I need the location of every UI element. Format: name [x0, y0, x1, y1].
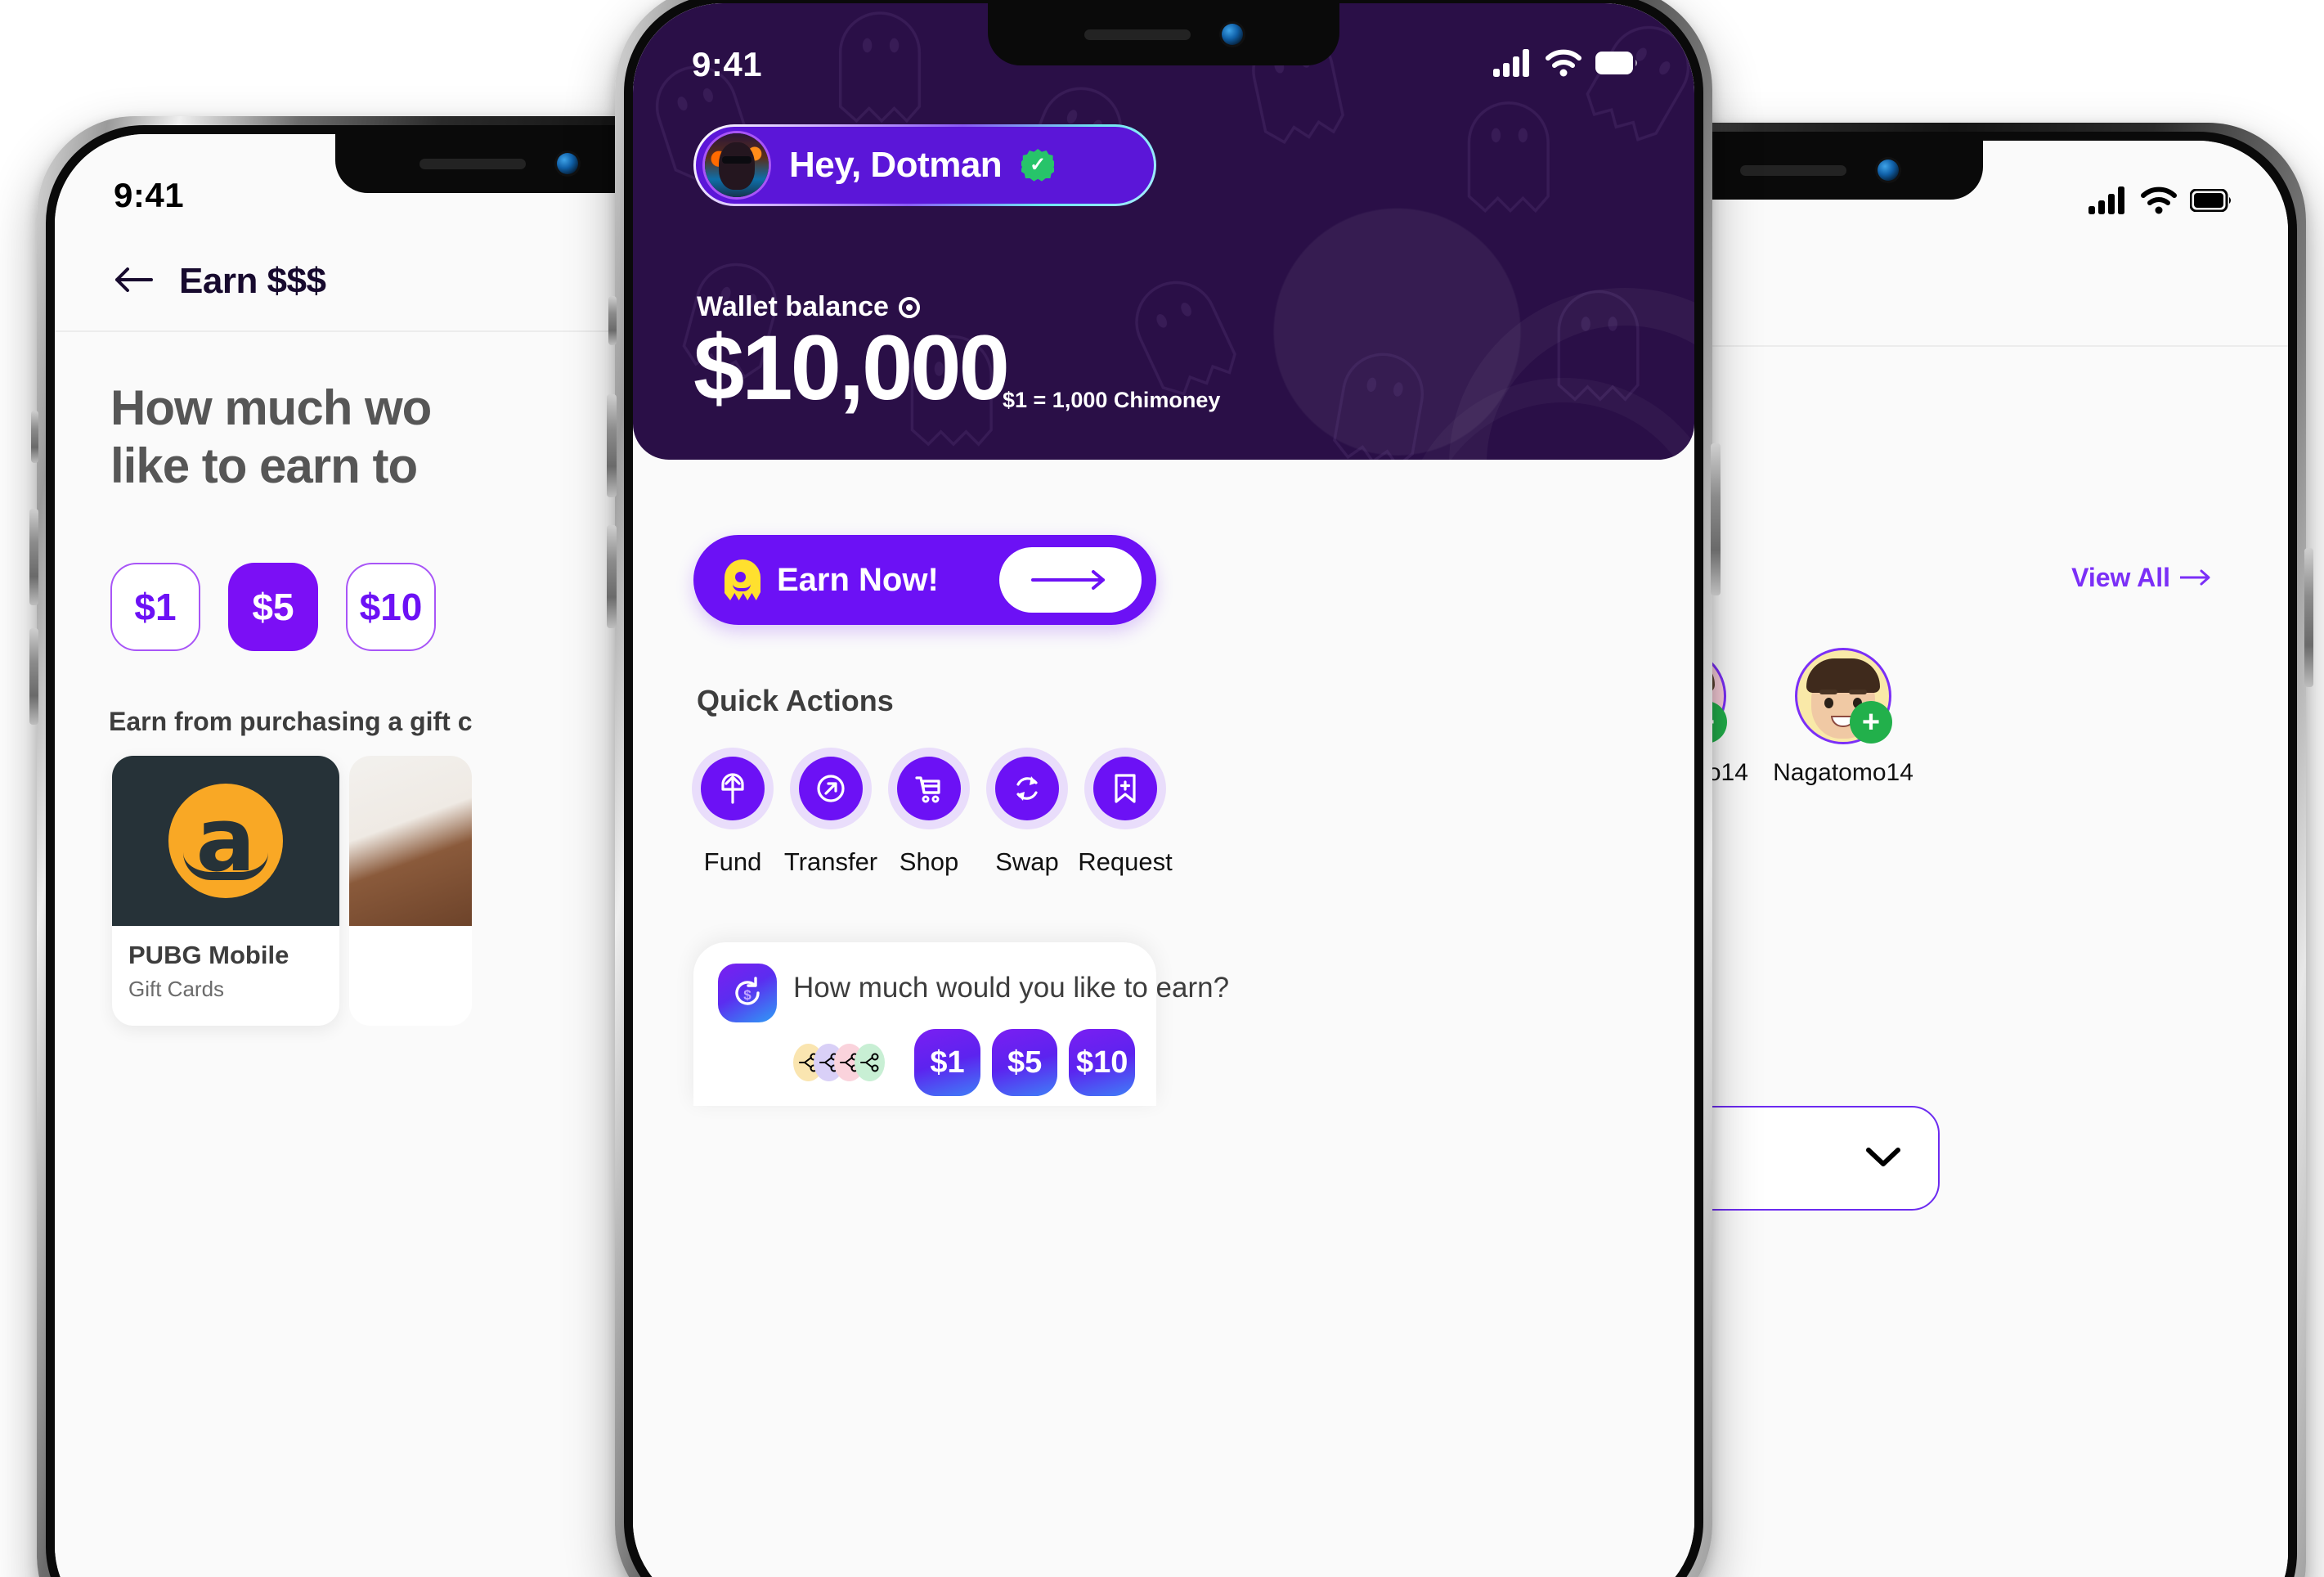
center-phone-screen: 9:41 Hey, Dotman ✓ Wallet balance $10,00… — [633, 3, 1694, 1577]
quick-actions-title: Quick Actions — [697, 684, 894, 717]
swap-refresh-icon — [995, 757, 1059, 820]
earpiece-speaker — [1740, 164, 1846, 176]
earpiece-speaker — [1084, 29, 1191, 40]
eye-toggle-icon[interactable] — [898, 296, 920, 318]
arrow-right-icon — [2178, 563, 2213, 593]
gift-card-logo-area: a — [112, 756, 339, 926]
center-phone-mockup: 9:41 Hey, Dotman ✓ Wallet balance $10,00… — [607, 0, 1721, 1577]
transfer-arrow-up-right-icon — [799, 757, 863, 820]
quick-action-request[interactable]: Request — [1078, 748, 1173, 877]
ghost-mascot-icon — [725, 559, 760, 600]
wallet-header: 9:41 Hey, Dotman ✓ Wallet balance $10,00… — [633, 3, 1694, 460]
amount-option-5[interactable]: $5 — [228, 563, 318, 651]
quick-action-transfer[interactable]: Transfer — [784, 748, 877, 877]
arrow-left-icon[interactable] — [114, 266, 155, 298]
svg-text:$: $ — [743, 987, 751, 1003]
wifi-icon — [1546, 49, 1581, 81]
quick-action-label: Transfer — [783, 847, 878, 876]
earn-prompt-question: How much would you like to earn? — [793, 972, 1230, 1004]
left-amount-options: $1 $5 $10 — [110, 563, 436, 651]
earn-amount-10[interactable]: $10 — [1069, 1029, 1135, 1096]
earn-prompt-actions: $1 $5 $10 — [718, 1029, 1135, 1096]
quick-action-fund[interactable]: Fund — [692, 748, 774, 877]
shopping-cart-icon — [897, 757, 961, 820]
battery-icon — [2189, 188, 2232, 216]
left-section-label: Earn from purchasing a gift c — [109, 707, 473, 736]
wifi-icon — [2141, 186, 2177, 218]
gift-card-image — [349, 756, 472, 926]
power-button[interactable] — [1711, 443, 1721, 595]
earpiece-speaker — [419, 158, 526, 169]
amount-option-10[interactable]: $10 — [346, 563, 436, 651]
earn-now-button[interactable]: Earn Now! — [693, 535, 1156, 625]
gift-card-subtitle: Gift Cards — [128, 977, 225, 1001]
quick-action-label: Shop — [899, 847, 959, 876]
status-icons — [2088, 186, 2232, 218]
battery-icon — [1595, 51, 1639, 79]
quick-action-label: Request — [1078, 847, 1173, 876]
phone-notch — [335, 134, 662, 193]
arrow-right-icon[interactable] — [999, 547, 1142, 613]
gift-card-title: PUBG Mobile — [128, 941, 289, 969]
mute-switch[interactable] — [31, 411, 38, 463]
amount-option-1[interactable]: $1 — [110, 563, 200, 651]
screenshot-root: 9:41 Earn $$$ How much wo like to earn to… — [0, 0, 2324, 1577]
cellular-bars-icon — [1493, 48, 1532, 81]
cellular-bars-icon — [2088, 186, 2128, 218]
volume-up-button[interactable] — [607, 394, 617, 497]
contact-name: Nagatomo14 — [1773, 759, 1913, 786]
left-heading: How much wo like to earn to — [110, 380, 432, 493]
volume-down-button[interactable] — [29, 628, 38, 725]
status-icons — [1493, 48, 1639, 81]
quick-action-label: Fund — [703, 847, 762, 876]
volume-up-button[interactable] — [29, 509, 38, 605]
fund-arrow-up-icon — [701, 757, 765, 820]
memoji-avatar: + — [1795, 648, 1892, 744]
status-time: 9:41 — [114, 176, 185, 214]
gift-card-item[interactable]: a PUBG Mobile Gift Cards — [112, 756, 339, 1026]
volume-down-button[interactable] — [607, 525, 617, 628]
view-all-link[interactable]: View All — [2071, 563, 2213, 593]
gift-card-item-next[interactable] — [349, 756, 472, 1026]
amazon-logo-icon: a — [168, 784, 283, 898]
user-avatar[interactable] — [702, 131, 771, 200]
dollar-refresh-icon: $ — [718, 964, 777, 1022]
contact-item[interactable]: + Nagatomo14 — [1773, 648, 1913, 787]
earn-prompt-card: $ How much would you like to earn? $1 $5… — [693, 942, 1229, 1106]
page-title: Earn $$$ — [179, 261, 326, 301]
front-camera — [1222, 24, 1243, 45]
quick-action-shop[interactable]: Shop — [888, 748, 970, 877]
front-camera — [1878, 159, 1899, 181]
share-node-icon — [855, 1044, 886, 1081]
greeting-name: Hey, Dotman — [789, 145, 1003, 185]
wallet-exchange-rate: $1 = 1,000 Chimoney — [1003, 388, 1221, 412]
earn-now-label: Earn Now! — [777, 561, 939, 598]
power-button[interactable] — [2304, 548, 2313, 687]
status-time: 9:41 — [692, 45, 763, 83]
view-all-label: View All — [2071, 563, 2170, 592]
quick-action-label: Swap — [995, 847, 1059, 876]
front-camera — [557, 153, 578, 174]
chevron-down-icon — [1864, 1145, 1902, 1172]
bookmark-plus-icon — [1093, 757, 1157, 820]
greeting-card[interactable]: Hey, Dotman ✓ — [693, 124, 1156, 206]
verified-badge-icon: ✓ — [1021, 149, 1055, 182]
quick-actions-row: Fund Transfer Shop Swap Request — [692, 748, 1173, 877]
plus-circle-icon[interactable]: + — [1850, 701, 1892, 744]
earn-amount-5[interactable]: $5 — [991, 1029, 1058, 1096]
quick-action-swap[interactable]: Swap — [986, 748, 1068, 877]
wallet-balance-amount: $10,000 — [693, 317, 1010, 419]
mute-switch[interactable] — [608, 296, 617, 345]
phone-notch — [988, 3, 1339, 65]
earn-amount-1[interactable]: $1 — [914, 1029, 980, 1096]
